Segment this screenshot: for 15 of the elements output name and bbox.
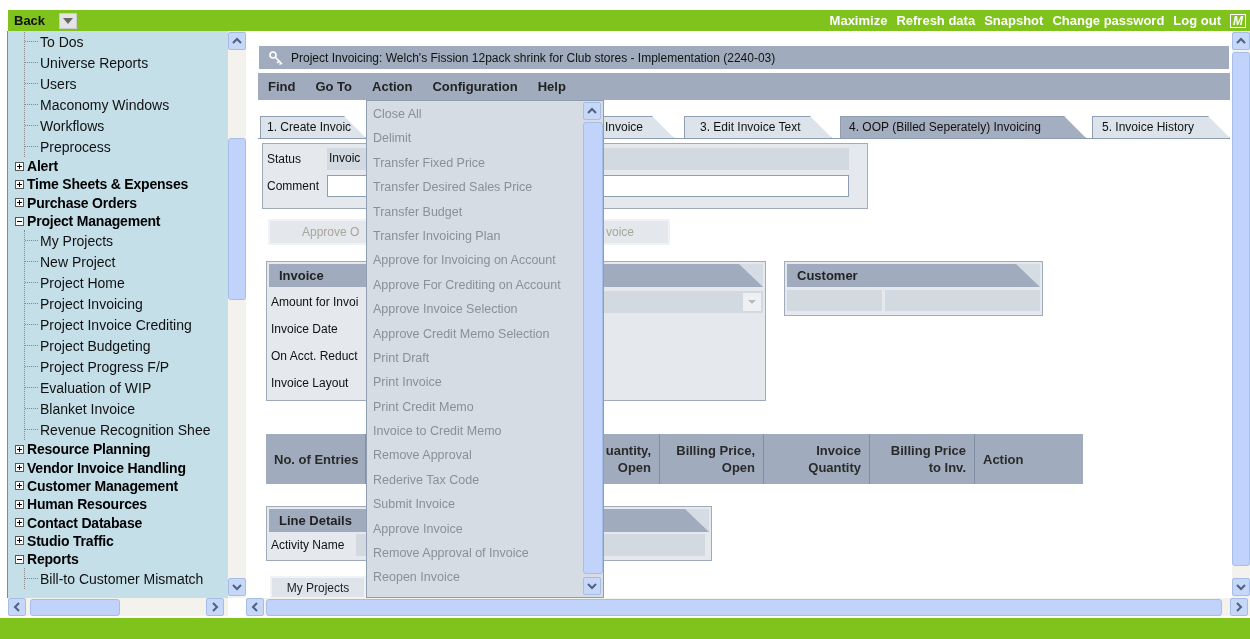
column-header: Invoice Quantity — [764, 434, 870, 484]
panel-title: Line Details — [279, 513, 352, 528]
window-title: Project Invoicing: Welch's Fission 12pack shrink for Club stores - Implementation (2240-03) — [291, 50, 776, 65]
field-label: Amount for Invoi — [271, 294, 360, 309]
panel-title: Customer — [797, 268, 858, 283]
column-header: Billing Price to Inv. — [870, 434, 975, 484]
field-label: Status — [267, 152, 303, 166]
panel-title: Invoice — [279, 268, 324, 283]
field-label: Activity Name — [271, 538, 346, 552]
column-header: Billing Price, Open — [660, 434, 764, 484]
field-label: On Acct. Reduct — [271, 348, 359, 363]
field-label: Invoice Layout — [271, 375, 350, 390]
column-header: Action — [982, 450, 1025, 469]
field-label: Invoice Date — [271, 321, 339, 336]
field-label: Comment — [267, 179, 320, 193]
